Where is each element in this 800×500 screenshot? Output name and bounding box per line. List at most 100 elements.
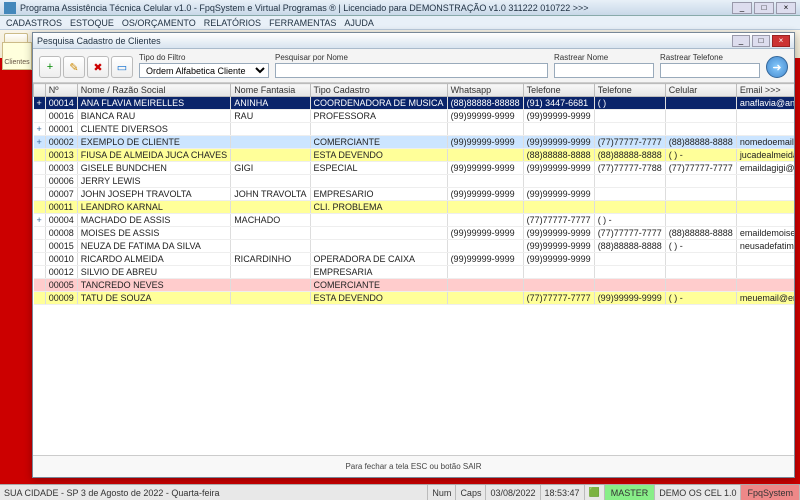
cell: TANCREDO NEVES	[77, 279, 230, 292]
table-row[interactable]: 00012SILVIO DE ABREUEMPRESARIA	[34, 266, 795, 279]
expand-icon[interactable]	[34, 201, 46, 214]
expand-icon[interactable]	[34, 292, 46, 305]
expand-icon[interactable]	[34, 175, 46, 188]
cell	[736, 279, 794, 292]
table-row[interactable]: 00005TANCREDO NEVESCOMERCIANTE	[34, 279, 795, 292]
status-brand: FpqSystem	[741, 485, 800, 500]
filter-type-select[interactable]: Ordem Alfabetica Cliente	[139, 63, 269, 78]
column-header[interactable]: Nome Fantasia	[231, 84, 310, 97]
cell: ESTA DEVENDO	[310, 149, 447, 162]
cell: 00005	[45, 279, 77, 292]
expand-icon[interactable]: +	[34, 214, 46, 227]
minimize-button[interactable]: _	[732, 2, 752, 14]
table-row[interactable]: 00010RICARDO ALMEIDARICARDINHOOPERADORA …	[34, 253, 795, 266]
table-row[interactable]: +00002EXEMPLO DE CLIENTECOMERCIANTE(99)9…	[34, 136, 795, 149]
expand-icon[interactable]: +	[34, 97, 46, 110]
column-header[interactable]: Nº	[45, 84, 77, 97]
cell: 00016	[45, 110, 77, 123]
cell: CLIENTE DIVERSOS	[77, 123, 230, 136]
column-header[interactable]: Tipo Cadastro	[310, 84, 447, 97]
table-row[interactable]: 00011LEANDRO KARNALCLI. PROBLEMA	[34, 201, 795, 214]
table-row[interactable]: 00003GISELE BUNDCHENGIGIESPECIAL(99)9999…	[34, 162, 795, 175]
expand-icon[interactable]	[34, 227, 46, 240]
expand-icon[interactable]	[34, 110, 46, 123]
table-row[interactable]: +00004MACHADO DE ASSISMACHADO(77)77777-7…	[34, 214, 795, 227]
table-row[interactable]: 00007JOHN JOSEPH TRAVOLTAJOHN TRAVOLTAEM…	[34, 188, 795, 201]
cell	[310, 175, 447, 188]
cell: MOISES DE ASSIS	[77, 227, 230, 240]
window-controls: _ □ ×	[732, 2, 796, 14]
column-header[interactable]: Telefone	[523, 84, 594, 97]
add-button[interactable]: +	[39, 56, 61, 78]
expand-icon[interactable]	[34, 253, 46, 266]
search-maximize-button[interactable]: □	[752, 35, 770, 47]
cell: (77)77777-7777	[594, 136, 665, 149]
table-row[interactable]: 00016BIANCA RAURAUPROFESSORA(99)99999-99…	[34, 110, 795, 123]
cell	[594, 279, 665, 292]
cell: ( )	[594, 97, 665, 110]
column-header[interactable]: Celular	[665, 84, 736, 97]
cell: OPERADORA DE CAIXA	[310, 253, 447, 266]
filter-type-label: Tipo do Filtro	[139, 53, 269, 62]
expand-icon[interactable]	[34, 149, 46, 162]
cell	[523, 201, 594, 214]
cell: (99)99999-9999	[447, 162, 523, 175]
expand-icon[interactable]: +	[34, 136, 46, 149]
expand-icon[interactable]	[34, 266, 46, 279]
cell: 00009	[45, 292, 77, 305]
expand-icon[interactable]	[34, 162, 46, 175]
cell: emaildagigi@gigi.com.br	[736, 162, 794, 175]
cell: 00010	[45, 253, 77, 266]
table-row[interactable]: 00006JERRY LEWIS	[34, 175, 795, 188]
cell: 00007	[45, 188, 77, 201]
cell: 00013	[45, 149, 77, 162]
menu-ferramentas[interactable]: FERRAMENTAS	[269, 18, 336, 28]
expand-icon[interactable]	[34, 240, 46, 253]
table-row[interactable]: 00015NEUZA DE FATIMA DA SILVA(99)99999-9…	[34, 240, 795, 253]
track-name-input[interactable]	[554, 63, 654, 78]
results-grid[interactable]: NºNome / Razão SocialNome FantasiaTipo C…	[33, 83, 794, 455]
table-row[interactable]: +00001CLIENTE DIVERSOS	[34, 123, 795, 136]
table-row[interactable]: +00014ANA FLAVIA MEIRELLESANINHACOORDENA…	[34, 97, 795, 110]
maximize-button[interactable]: □	[754, 2, 774, 14]
search-go-button[interactable]: ➜	[766, 56, 788, 78]
cell: (99)99999-9999	[523, 136, 594, 149]
expand-icon[interactable]	[34, 188, 46, 201]
cell: (77)77777-7777	[594, 227, 665, 240]
table-row[interactable]: 00013FIUSA DE ALMEIDA JUCA CHAVESESTA DE…	[34, 149, 795, 162]
menu-estoque[interactable]: ESTOQUE	[70, 18, 114, 28]
track-phone-input[interactable]	[660, 63, 760, 78]
menu-relatorios[interactable]: RELATÓRIOS	[204, 18, 261, 28]
delete-button[interactable]: ✖	[87, 56, 109, 78]
search-close-button[interactable]: ×	[772, 35, 790, 47]
cell	[665, 175, 736, 188]
cell: EXEMPLO DE CLIENTE	[77, 136, 230, 149]
table-row[interactable]: 00009TATU DE SOUZAESTA DEVENDO(77)77777-…	[34, 292, 795, 305]
column-header[interactable]: Nome / Razão Social	[77, 84, 230, 97]
cell: emaildemoises@moises.com.br	[736, 227, 794, 240]
edit-button[interactable]: ✎	[63, 56, 85, 78]
cell: (77)77777-7777	[665, 162, 736, 175]
column-header[interactable]: Email >>>	[736, 84, 794, 97]
search-minimize-button[interactable]: _	[732, 35, 750, 47]
column-header[interactable]: Whatsapp	[447, 84, 523, 97]
search-name-input[interactable]	[275, 63, 548, 78]
app-titlebar: Programa Assistência Técnica Celular v1.…	[0, 0, 800, 16]
column-header[interactable]	[34, 84, 46, 97]
table-row[interactable]: 00008MOISES DE ASSIS(99)99999-9999(99)99…	[34, 227, 795, 240]
close-button[interactable]: ×	[776, 2, 796, 14]
cell	[594, 123, 665, 136]
expand-icon[interactable]: +	[34, 123, 46, 136]
menu-os-orcamento[interactable]: OS/ORÇAMENTO	[122, 18, 196, 28]
expand-icon[interactable]	[34, 279, 46, 292]
cell: MACHADO DE ASSIS	[77, 214, 230, 227]
tab-clientes[interactable]: Clientes	[2, 42, 32, 70]
cell: COORDENADORA DE MUSICA	[310, 97, 447, 110]
export-button[interactable]: ▭	[111, 56, 133, 78]
column-header[interactable]: Telefone	[594, 84, 665, 97]
status-user: MASTER	[605, 485, 656, 500]
menu-cadastros[interactable]: CADASTROS	[6, 18, 62, 28]
menu-ajuda[interactable]: AJUDA	[344, 18, 374, 28]
cell: 00014	[45, 97, 77, 110]
search-toolbar: + ✎ ✖ ▭ Tipo do Filtro Ordem Alfabetica …	[33, 49, 794, 83]
